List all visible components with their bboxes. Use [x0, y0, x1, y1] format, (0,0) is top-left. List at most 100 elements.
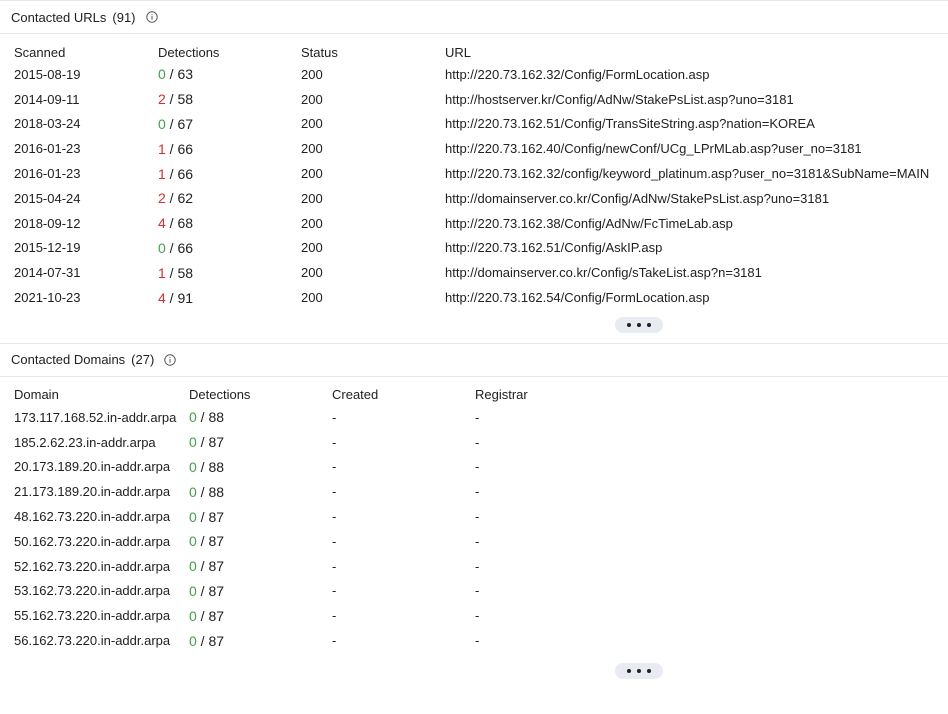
table-row[interactable]: 2015-04-24 2 / 62 200 http://domainserver.c… — [14, 186, 948, 211]
domain-link[interactable]: 52.162.73.220.in-addr.arpa — [14, 559, 170, 574]
detections-cell: 1 / 66 — [158, 161, 301, 186]
detections-positive: 4 — [158, 215, 166, 232]
table-row[interactable]: 50.162.73.220.in-addr.arpa 0 / 87- - — [14, 529, 574, 554]
scanned-date: 2014-09-11 — [14, 91, 80, 107]
table-row[interactable]: 2015-12-19 0 / 66 200 http://220.73.162.51/… — [14, 236, 948, 261]
column-header-domain[interactable]: Domain — [14, 385, 189, 405]
info-icon[interactable] — [164, 354, 176, 366]
table-row[interactable]: 2018-03-24 0 / 67 200 http://220.73.162.51/… — [14, 112, 948, 137]
domain-cell: 21.173.189.20.in-addr.arpa — [14, 479, 189, 504]
detections-cell: 0 / 88 — [189, 479, 332, 504]
created-date: - — [332, 484, 337, 500]
domain-link[interactable]: 21.173.189.20.in-addr.arpa — [14, 484, 170, 499]
table-row[interactable]: 2016-01-23 1 / 66 200 http://220.73.162.40/… — [14, 136, 948, 161]
detections-total: / 87 — [196, 632, 225, 649]
url-cell: http://220.73.162.32/Config/FormLocation… — [445, 62, 948, 87]
detections-cell: 0 / 87 — [189, 529, 332, 554]
url-link[interactable]: http://220.73.162.40/Config/newConf/UCg_… — [445, 141, 862, 156]
detections-positive: 0 — [189, 409, 197, 426]
url-link[interactable]: http://220.73.162.38/Config/AdNw/FcTimeL… — [445, 216, 733, 231]
contacted-domains-table: Domain Detections Created Registrar 173.… — [14, 385, 574, 653]
url-link[interactable]: http://220.73.162.51/Config/TransSiteStr… — [445, 116, 815, 131]
created-date: - — [332, 434, 337, 450]
table-row[interactable]: 21.173.189.20.in-addr.arpa 0 / 88- - — [14, 479, 574, 504]
domain-link[interactable]: 55.162.73.220.in-addr.arpa — [14, 608, 170, 623]
detections-cell: 0 / 87 — [189, 579, 332, 604]
show-more-urls-button[interactable] — [615, 316, 663, 333]
table-row[interactable]: 52.162.73.220.in-addr.arpa 0 / 87- - — [14, 554, 574, 579]
url-link[interactable]: http://220.73.162.32/config/keyword_plat… — [445, 166, 929, 181]
table-row[interactable]: 2021-10-23 4 / 91 200 http://220.73.162.54/… — [14, 285, 948, 310]
more-dots-icon — [637, 668, 641, 673]
url-cell: http://220.73.162.54/Config/FormLocation… — [445, 285, 948, 310]
column-header-scanned[interactable]: Scanned — [14, 42, 158, 62]
column-header-detections[interactable]: Detections — [189, 385, 332, 405]
table-row[interactable]: 2016-01-23 1 / 66 200 http://220.73.162.32/… — [14, 161, 948, 186]
detections-cell: 0 / 87 — [189, 554, 332, 579]
table-row[interactable]: 2018-09-12 4 / 68 200 http://220.73.162.38/… — [14, 211, 948, 236]
detections-positive: 0 — [158, 66, 166, 83]
created-date: - — [332, 558, 337, 574]
column-header-detections[interactable]: Detections — [158, 42, 301, 62]
url-cell: http://220.73.162.51/Config/AskIP.asp — [445, 236, 948, 261]
detections-cell: 0 / 87 — [189, 430, 332, 455]
detections-cell: 0 / 87 — [189, 628, 332, 653]
column-header-created[interactable]: Created — [332, 385, 475, 405]
status-code: 200 — [301, 190, 323, 206]
domain-link[interactable]: 53.162.73.220.in-addr.arpa — [14, 583, 170, 598]
url-link[interactable]: http://hostserver.kr/Config/AdNw/StakePs… — [445, 92, 794, 107]
table-row[interactable]: 185.2.62.23.in-addr.arpa 0 / 87- - — [14, 430, 574, 455]
status-code: 200 — [301, 66, 323, 82]
show-more-domains-button[interactable] — [615, 662, 663, 679]
detections-positive: 0 — [189, 582, 197, 599]
table-row[interactable]: 56.162.73.220.in-addr.arpa 0 / 87- - — [14, 628, 574, 653]
domain-link[interactable]: 48.162.73.220.in-addr.arpa — [14, 509, 170, 524]
column-header-url[interactable]: URL — [445, 42, 948, 62]
scanned-date: 2016-01-23 — [14, 166, 81, 182]
domain-link[interactable]: 185.2.62.23.in-addr.arpa — [14, 435, 156, 450]
detections-positive: 0 — [189, 632, 197, 649]
created-date: - — [332, 409, 337, 425]
url-cell: http://domainserver.co.kr/Config/AdNw/St… — [445, 186, 948, 211]
detections-total: / 66 — [165, 165, 194, 182]
url-link[interactable]: http://domainserver.co.kr/Config/AdNw/St… — [445, 191, 829, 206]
domain-cell: 52.162.73.220.in-addr.arpa — [14, 554, 189, 579]
registrar: - — [475, 583, 480, 599]
domain-link[interactable]: 173.117.168.52.in-addr.arpa — [14, 410, 176, 425]
table-row[interactable]: 173.117.168.52.in-addr.arpa 0 / 88- - — [14, 405, 574, 430]
domain-link[interactable]: 50.162.73.220.in-addr.arpa — [14, 534, 170, 549]
detections-cell: 1 / 66 — [158, 136, 301, 161]
url-link[interactable]: http://220.73.162.32/Config/FormLocation… — [445, 67, 710, 82]
domain-cell: 56.162.73.220.in-addr.arpa — [14, 628, 189, 653]
table-row[interactable]: 2015-08-19 0 / 63 200 http://220.73.162.32/… — [14, 62, 948, 87]
more-dots-icon — [627, 668, 631, 673]
detections-cell: 0 / 67 — [158, 112, 301, 137]
info-icon[interactable] — [145, 11, 158, 23]
detections-cell: 1 / 58 — [158, 260, 301, 285]
scanned-date: 2015-08-19 — [14, 66, 81, 82]
table-row[interactable]: 55.162.73.220.in-addr.arpa 0 / 87- - — [14, 603, 574, 628]
registrar: - — [475, 484, 480, 500]
detections-total: / 88 — [196, 409, 225, 426]
table-row[interactable]: 20.173.189.20.in-addr.arpa 0 / 88- - — [14, 455, 574, 480]
column-header-registrar[interactable]: Registrar — [475, 385, 574, 405]
detections-positive: 0 — [189, 483, 197, 500]
registrar: - — [475, 533, 480, 549]
domain-link[interactable]: 20.173.189.20.in-addr.arpa — [14, 459, 170, 474]
table-row[interactable]: 48.162.73.220.in-addr.arpa 0 / 87- - — [14, 504, 574, 529]
detections-positive: 0 — [189, 508, 197, 525]
created-date: - — [332, 608, 337, 624]
table-row[interactable]: 53.162.73.220.in-addr.arpa 0 / 87- - — [14, 579, 574, 604]
table-row[interactable]: 2014-07-31 1 / 58 200 http://domainserver.c… — [14, 260, 948, 285]
scanned-date: 2015-04-24 — [14, 190, 81, 206]
column-header-status[interactable]: Status — [301, 42, 445, 62]
domain-link[interactable]: 56.162.73.220.in-addr.arpa — [14, 633, 170, 648]
detections-cell: 2 / 58 — [158, 87, 301, 112]
table-row[interactable]: 2014-09-11 2 / 58 200 http://hostserver.kr/… — [14, 87, 948, 112]
scanned-date: 2018-03-24 — [14, 116, 81, 132]
url-link[interactable]: http://domainserver.co.kr/Config/sTakeLi… — [445, 265, 762, 280]
url-link[interactable]: http://220.73.162.54/Config/FormLocation… — [445, 290, 710, 305]
url-link[interactable]: http://220.73.162.51/Config/AskIP.asp — [445, 240, 662, 255]
domain-cell: 50.162.73.220.in-addr.arpa — [14, 529, 189, 554]
table-header-row: Scanned Detections Status URL — [14, 42, 948, 62]
